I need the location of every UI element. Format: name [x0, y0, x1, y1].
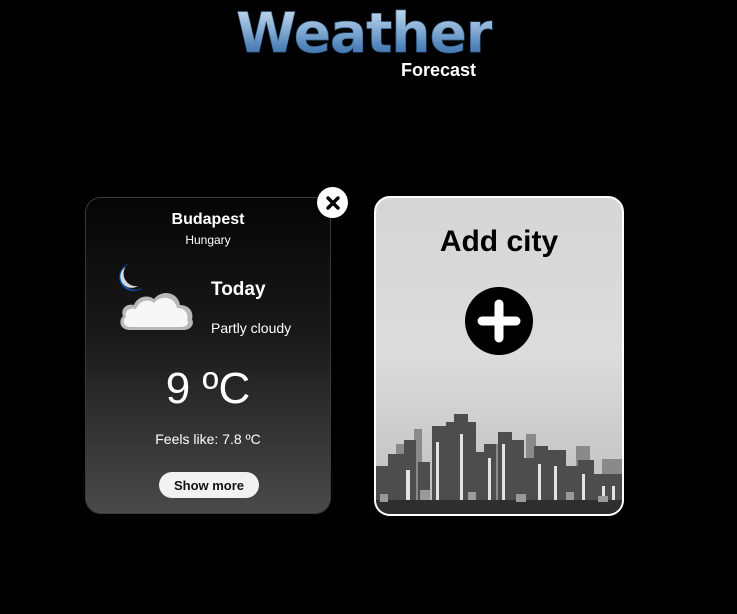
- add-city-title: Add city: [439, 225, 559, 258]
- remove-city-button[interactable]: [317, 187, 348, 218]
- feels-like: Feels like: 7.8 ºC: [155, 431, 261, 447]
- country-name: Hungary: [185, 233, 231, 247]
- add-city-button[interactable]: [465, 287, 533, 355]
- show-more-button[interactable]: Show more: [159, 472, 259, 498]
- logo-title: Weather: [236, 1, 494, 65]
- logo-subtitle: Forecast: [401, 60, 477, 80]
- weather-condition: Partly cloudy: [211, 320, 292, 336]
- day-label: Today: [211, 279, 266, 300]
- plus-icon: [477, 299, 521, 343]
- add-city-card[interactable]: Add city: [374, 196, 624, 516]
- temperature: 9 ºC: [165, 364, 251, 413]
- city-skyline-image: [376, 414, 622, 514]
- weather-app: Weather Forecast Budapest Hungary Today …: [0, 0, 737, 614]
- close-icon: [325, 195, 340, 210]
- city-weather-card: Budapest Hungary Today Partly cloudy 9 º…: [85, 197, 331, 514]
- city-name: Budapest: [171, 211, 245, 228]
- moon-cloud-icon: [119, 263, 193, 330]
- app-logo: Weather Forecast: [0, 0, 737, 90]
